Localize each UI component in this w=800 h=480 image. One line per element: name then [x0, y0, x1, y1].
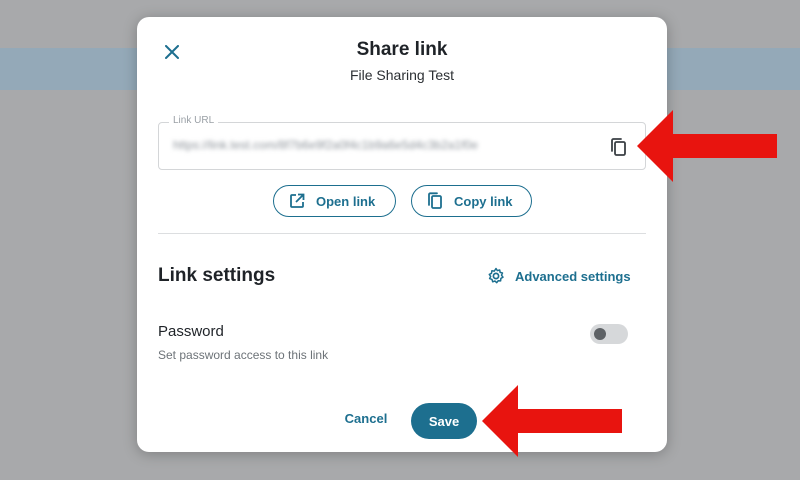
advanced-settings-label: Advanced settings: [515, 268, 631, 284]
password-label: Password: [158, 323, 224, 340]
external-link-icon: [290, 193, 305, 208]
copy-icon: [428, 192, 442, 209]
annotation-arrow-save: [482, 385, 622, 457]
password-description: Set password access to this link: [158, 348, 329, 362]
copy-icon[interactable]: [607, 135, 631, 159]
cancel-button[interactable]: Cancel: [337, 411, 395, 433]
dialog-title: Share link: [356, 39, 448, 60]
link-url-value[interactable]: https://link.test.com/8f7b6e9f2a0f4c1b9a…: [173, 138, 478, 152]
divider: [158, 233, 646, 234]
annotation-arrow-copy: [637, 110, 777, 182]
advanced-settings-link[interactable]: Advanced settings: [487, 265, 631, 287]
password-toggle[interactable]: [590, 324, 628, 344]
open-link-label: Open link: [316, 193, 376, 209]
copy-link-label: Copy link: [454, 193, 513, 209]
password-toggle-knob: [594, 328, 606, 340]
dialog-subtitle: File Sharing Test: [349, 67, 454, 83]
gear-icon: [488, 267, 504, 284]
copy-link-button[interactable]: Copy link: [411, 185, 532, 217]
open-link-button[interactable]: Open link: [273, 185, 396, 217]
link-url-label: Link URL: [169, 115, 219, 126]
link-url-field[interactable]: Link URL https://link.test.com/8f7b6e9f2…: [158, 115, 646, 170]
save-button[interactable]: Save: [411, 403, 477, 439]
link-settings-title: Link settings: [158, 265, 276, 286]
